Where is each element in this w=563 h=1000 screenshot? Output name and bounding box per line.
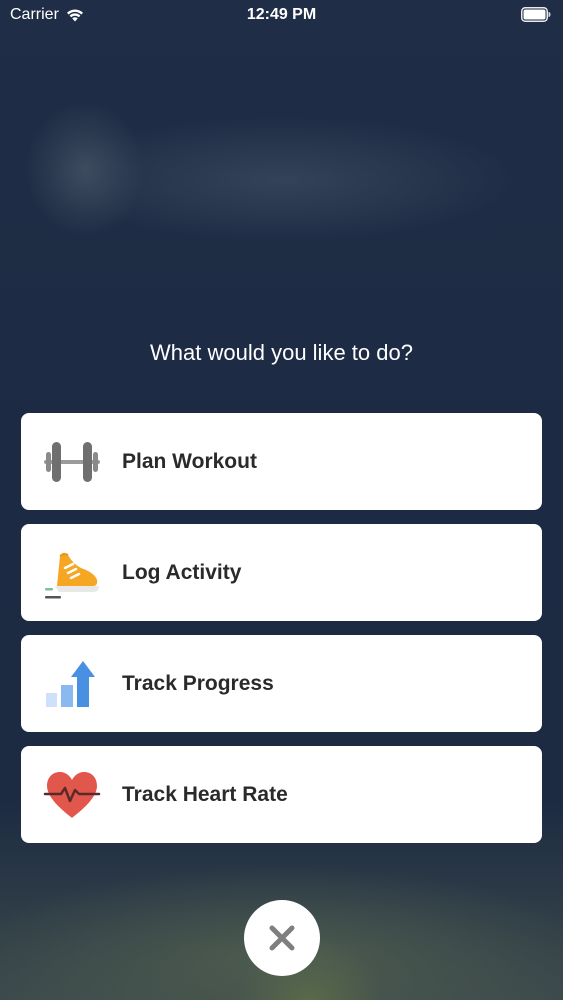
progress-chart-icon [43,655,101,713]
log-activity-button[interactable]: Log Activity [21,524,542,621]
track-progress-label: Track Progress [122,671,274,695]
log-activity-label: Log Activity [122,560,242,584]
close-icon [269,925,295,951]
prompt-heading: What would you like to do? [150,340,413,365]
action-menu: Plan Workout Log Activity Track Progress [21,413,542,857]
plan-workout-label: Plan Workout [122,449,257,473]
plan-workout-button[interactable]: Plan Workout [21,413,542,510]
track-heart-rate-label: Track Heart Rate [122,782,288,806]
dumbbell-icon [43,433,101,491]
track-progress-button[interactable]: Track Progress [21,635,542,732]
running-shoe-icon [43,544,101,602]
track-heart-rate-button[interactable]: Track Heart Rate [21,746,542,843]
status-bar: Carrier 12:49 PM [0,0,563,30]
status-time: 12:49 PM [246,6,317,23]
close-button[interactable] [244,900,320,976]
battery-full-icon [521,7,551,22]
heart-rate-icon [43,766,101,824]
